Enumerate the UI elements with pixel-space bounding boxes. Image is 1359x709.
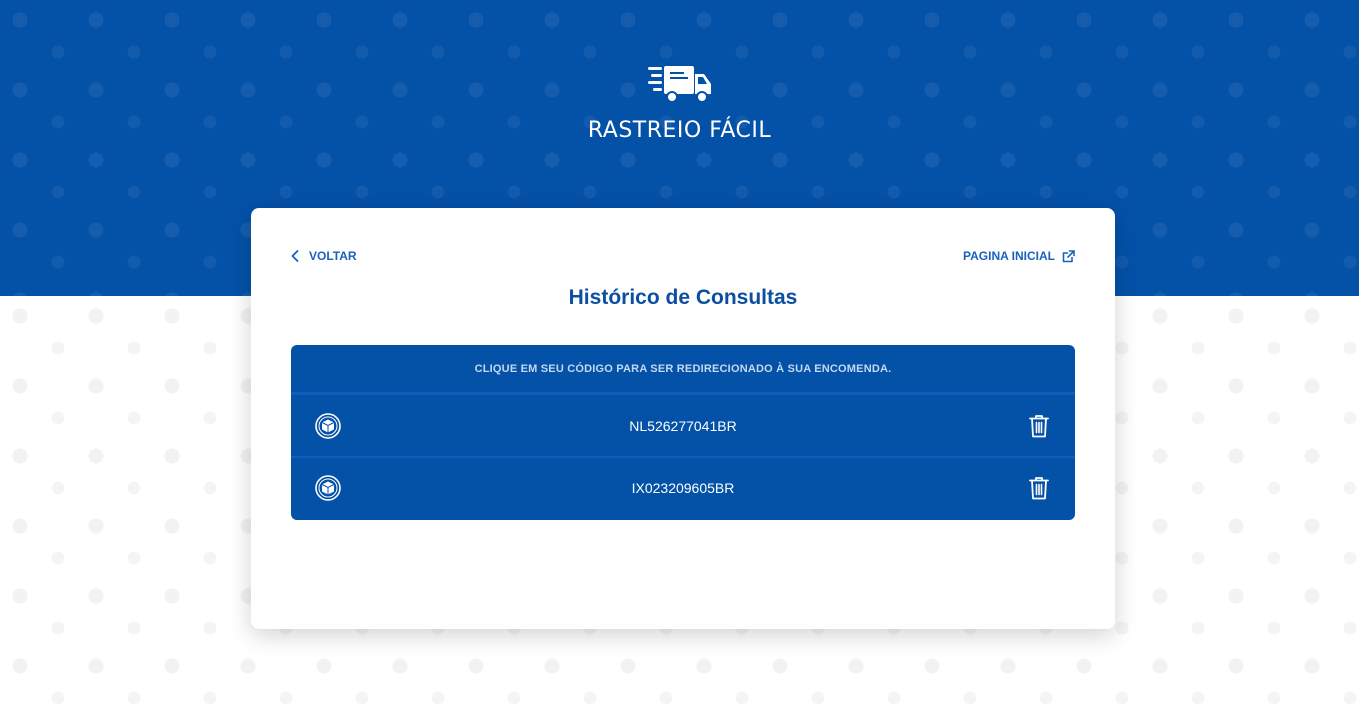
chevron-left-icon <box>291 250 299 262</box>
home-link[interactable]: PAGINA INICIAL <box>963 249 1075 263</box>
delivery-truck-icon <box>647 66 711 103</box>
history-item[interactable]: NL526277041BR <box>291 395 1075 456</box>
trash-icon[interactable] <box>1029 414 1049 438</box>
history-instruction: CLIQUE EM SEU CÓDIGO PARA SER REDIRECION… <box>291 345 1075 395</box>
history-list: CLIQUE EM SEU CÓDIGO PARA SER REDIRECION… <box>291 345 1075 520</box>
history-item[interactable]: IX023209605BR <box>291 456 1075 517</box>
page-title: Histórico de Consultas <box>568 286 798 309</box>
back-link[interactable]: VOLTAR <box>291 249 357 263</box>
package-icon <box>315 474 341 501</box>
history-card: VOLTAR PAGINA INICIAL Histórico de Consu… <box>251 208 1115 629</box>
external-link-icon <box>1062 249 1075 262</box>
home-label: PAGINA INICIAL <box>963 249 1055 263</box>
brand-name: RASTREIO FÁCIL <box>587 118 772 143</box>
package-icon <box>315 412 341 439</box>
tracking-code[interactable]: IX023209605BR <box>291 480 1075 496</box>
trash-icon[interactable] <box>1029 476 1049 500</box>
tracking-code[interactable]: NL526277041BR <box>291 418 1075 434</box>
brand: RASTREIO FÁCIL <box>0 64 1359 143</box>
back-label: VOLTAR <box>309 249 357 263</box>
